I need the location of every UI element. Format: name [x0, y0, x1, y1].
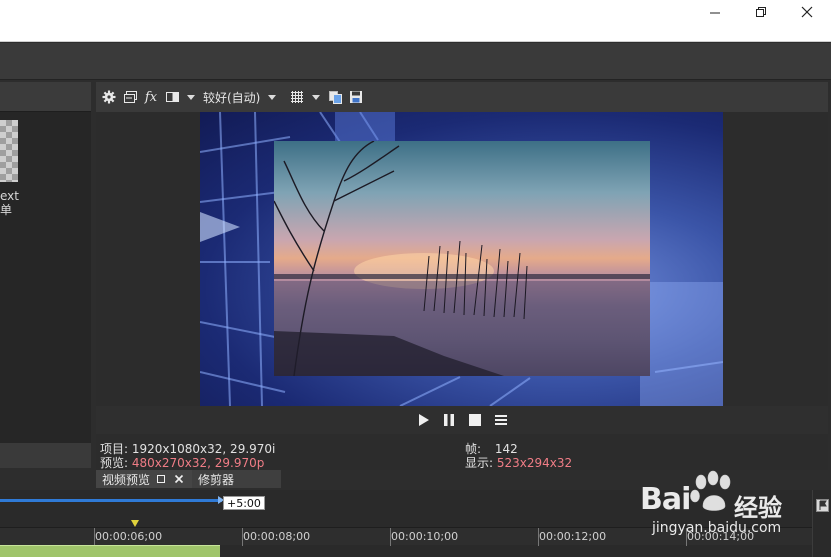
minimize-icon: [710, 12, 720, 14]
pause-icon: [444, 414, 454, 426]
overlays-button[interactable]: [288, 86, 306, 108]
frame-info-value: 142: [494, 442, 518, 456]
cursor-marker[interactable]: [131, 520, 139, 527]
watermark-brand-left: Bai: [640, 482, 691, 517]
overlays-dropdown-caret[interactable]: [312, 94, 321, 100]
preview-quality-select[interactable]: 较好(自动): [201, 86, 262, 108]
stop-button[interactable]: [467, 412, 483, 428]
preview-menu-button[interactable]: [493, 412, 509, 428]
copy-snapshot-icon: [328, 91, 342, 104]
display-info-value: 523x294x32: [496, 456, 573, 470]
frame-info-label: 帧:: [465, 442, 482, 456]
project-info-value: 1920x1080x32, 29.970i: [131, 442, 276, 456]
video-frame[interactable]: [200, 112, 723, 406]
minimize-button[interactable]: [692, 0, 738, 24]
copy-frame-icon: [123, 91, 137, 103]
settings-gear-icon: [102, 90, 116, 104]
tab-trimmer-label: 修剪器: [198, 472, 235, 487]
display-info-row: 显示: 523x294x32: [465, 456, 572, 470]
preview-info-value: 480x270x32, 29.970p: [131, 456, 265, 470]
display-info-label: 显示:: [465, 456, 494, 470]
split-screen-icon: [165, 92, 179, 102]
tick-label: 00:00:06;00: [95, 530, 163, 543]
video-output-button[interactable]: [121, 86, 139, 108]
fx-icon: fx: [144, 89, 158, 105]
preview-tabstrip: 视频预览 修剪器: [96, 470, 281, 488]
video-preview-window: fx 较好(自动) 项目: 1920x1080x32, 29.970i 预览: …: [96, 82, 828, 470]
sunset-lake-image: [274, 141, 650, 376]
split-screen-dropdown-caret[interactable]: [187, 94, 195, 100]
watermark-url: jingyan.baidu.com: [652, 520, 782, 536]
media-thumbnail[interactable]: [0, 120, 18, 182]
tab-video-preview-label: 视频预览: [102, 472, 151, 487]
project-info-label: 项目:: [100, 442, 129, 456]
grid-overlay-icon: [291, 91, 304, 103]
save-snapshot-button[interactable]: [347, 86, 365, 108]
loop-length-badge: +5:00: [223, 496, 265, 510]
tab-video-preview[interactable]: 视频预览: [96, 470, 193, 488]
tick-label: 00:00:08;00: [243, 530, 311, 543]
save-snapshot-icon: [350, 91, 363, 103]
preview-toolbar: fx 较好(自动): [96, 82, 828, 112]
preview-settings-button[interactable]: [100, 86, 118, 108]
preview-info-row: 预览: 480x270x32, 29.970p: [100, 456, 264, 470]
sunset-photo-clip: [274, 141, 650, 376]
media-label-line1: ext: [0, 189, 19, 203]
tab-trimmer[interactable]: 修剪器: [192, 470, 240, 488]
fx-button[interactable]: fx: [142, 86, 160, 108]
tick-label: 00:00:10;00: [391, 530, 459, 543]
timeline-clip[interactable]: [0, 545, 220, 557]
stop-icon: [469, 414, 481, 426]
vegas-pro-window: ext 单 fx 较好(自动) 项目: 1920x1080x32, 29.970…: [0, 0, 831, 557]
title-bar: [0, 0, 831, 42]
frame-info-row: 帧: 142: [465, 442, 518, 456]
close-icon: [801, 6, 813, 18]
restore-button[interactable]: [738, 0, 784, 24]
project-media-panel: ext 单: [0, 82, 91, 468]
tick-label: 00:00:12;00: [539, 530, 607, 543]
copy-snapshot-button[interactable]: [326, 86, 344, 108]
left-panel-tabstrip: [0, 443, 91, 468]
loop-region-bar[interactable]: [0, 496, 224, 504]
menu-icon: [495, 415, 507, 425]
play-icon: [419, 414, 429, 426]
menu-bar: [0, 43, 831, 80]
quality-dropdown-caret[interactable]: [268, 94, 277, 100]
restore-icon: [756, 7, 766, 17]
close-window-button[interactable]: [784, 0, 830, 24]
preview-info-readout: 项目: 1920x1080x32, 29.970i 预览: 480x270x32…: [96, 434, 828, 470]
pause-button[interactable]: [441, 412, 457, 428]
preview-info-label: 预览:: [100, 456, 129, 470]
play-button[interactable]: [415, 412, 431, 428]
baidu-jingyan-watermark: Bai 经验 jingyan.baidu.com: [640, 466, 825, 540]
project-media-header: [0, 82, 91, 112]
media-label-line2: 单: [0, 203, 13, 217]
preview-transport-controls: [96, 406, 828, 434]
watermark-brand-right: 经验: [734, 494, 782, 522]
split-screen-button[interactable]: [163, 86, 181, 108]
project-info-row: 项目: 1920x1080x32, 29.970i: [100, 442, 275, 456]
close-tab-icon[interactable]: [172, 472, 186, 486]
undock-icon[interactable]: [154, 472, 168, 486]
